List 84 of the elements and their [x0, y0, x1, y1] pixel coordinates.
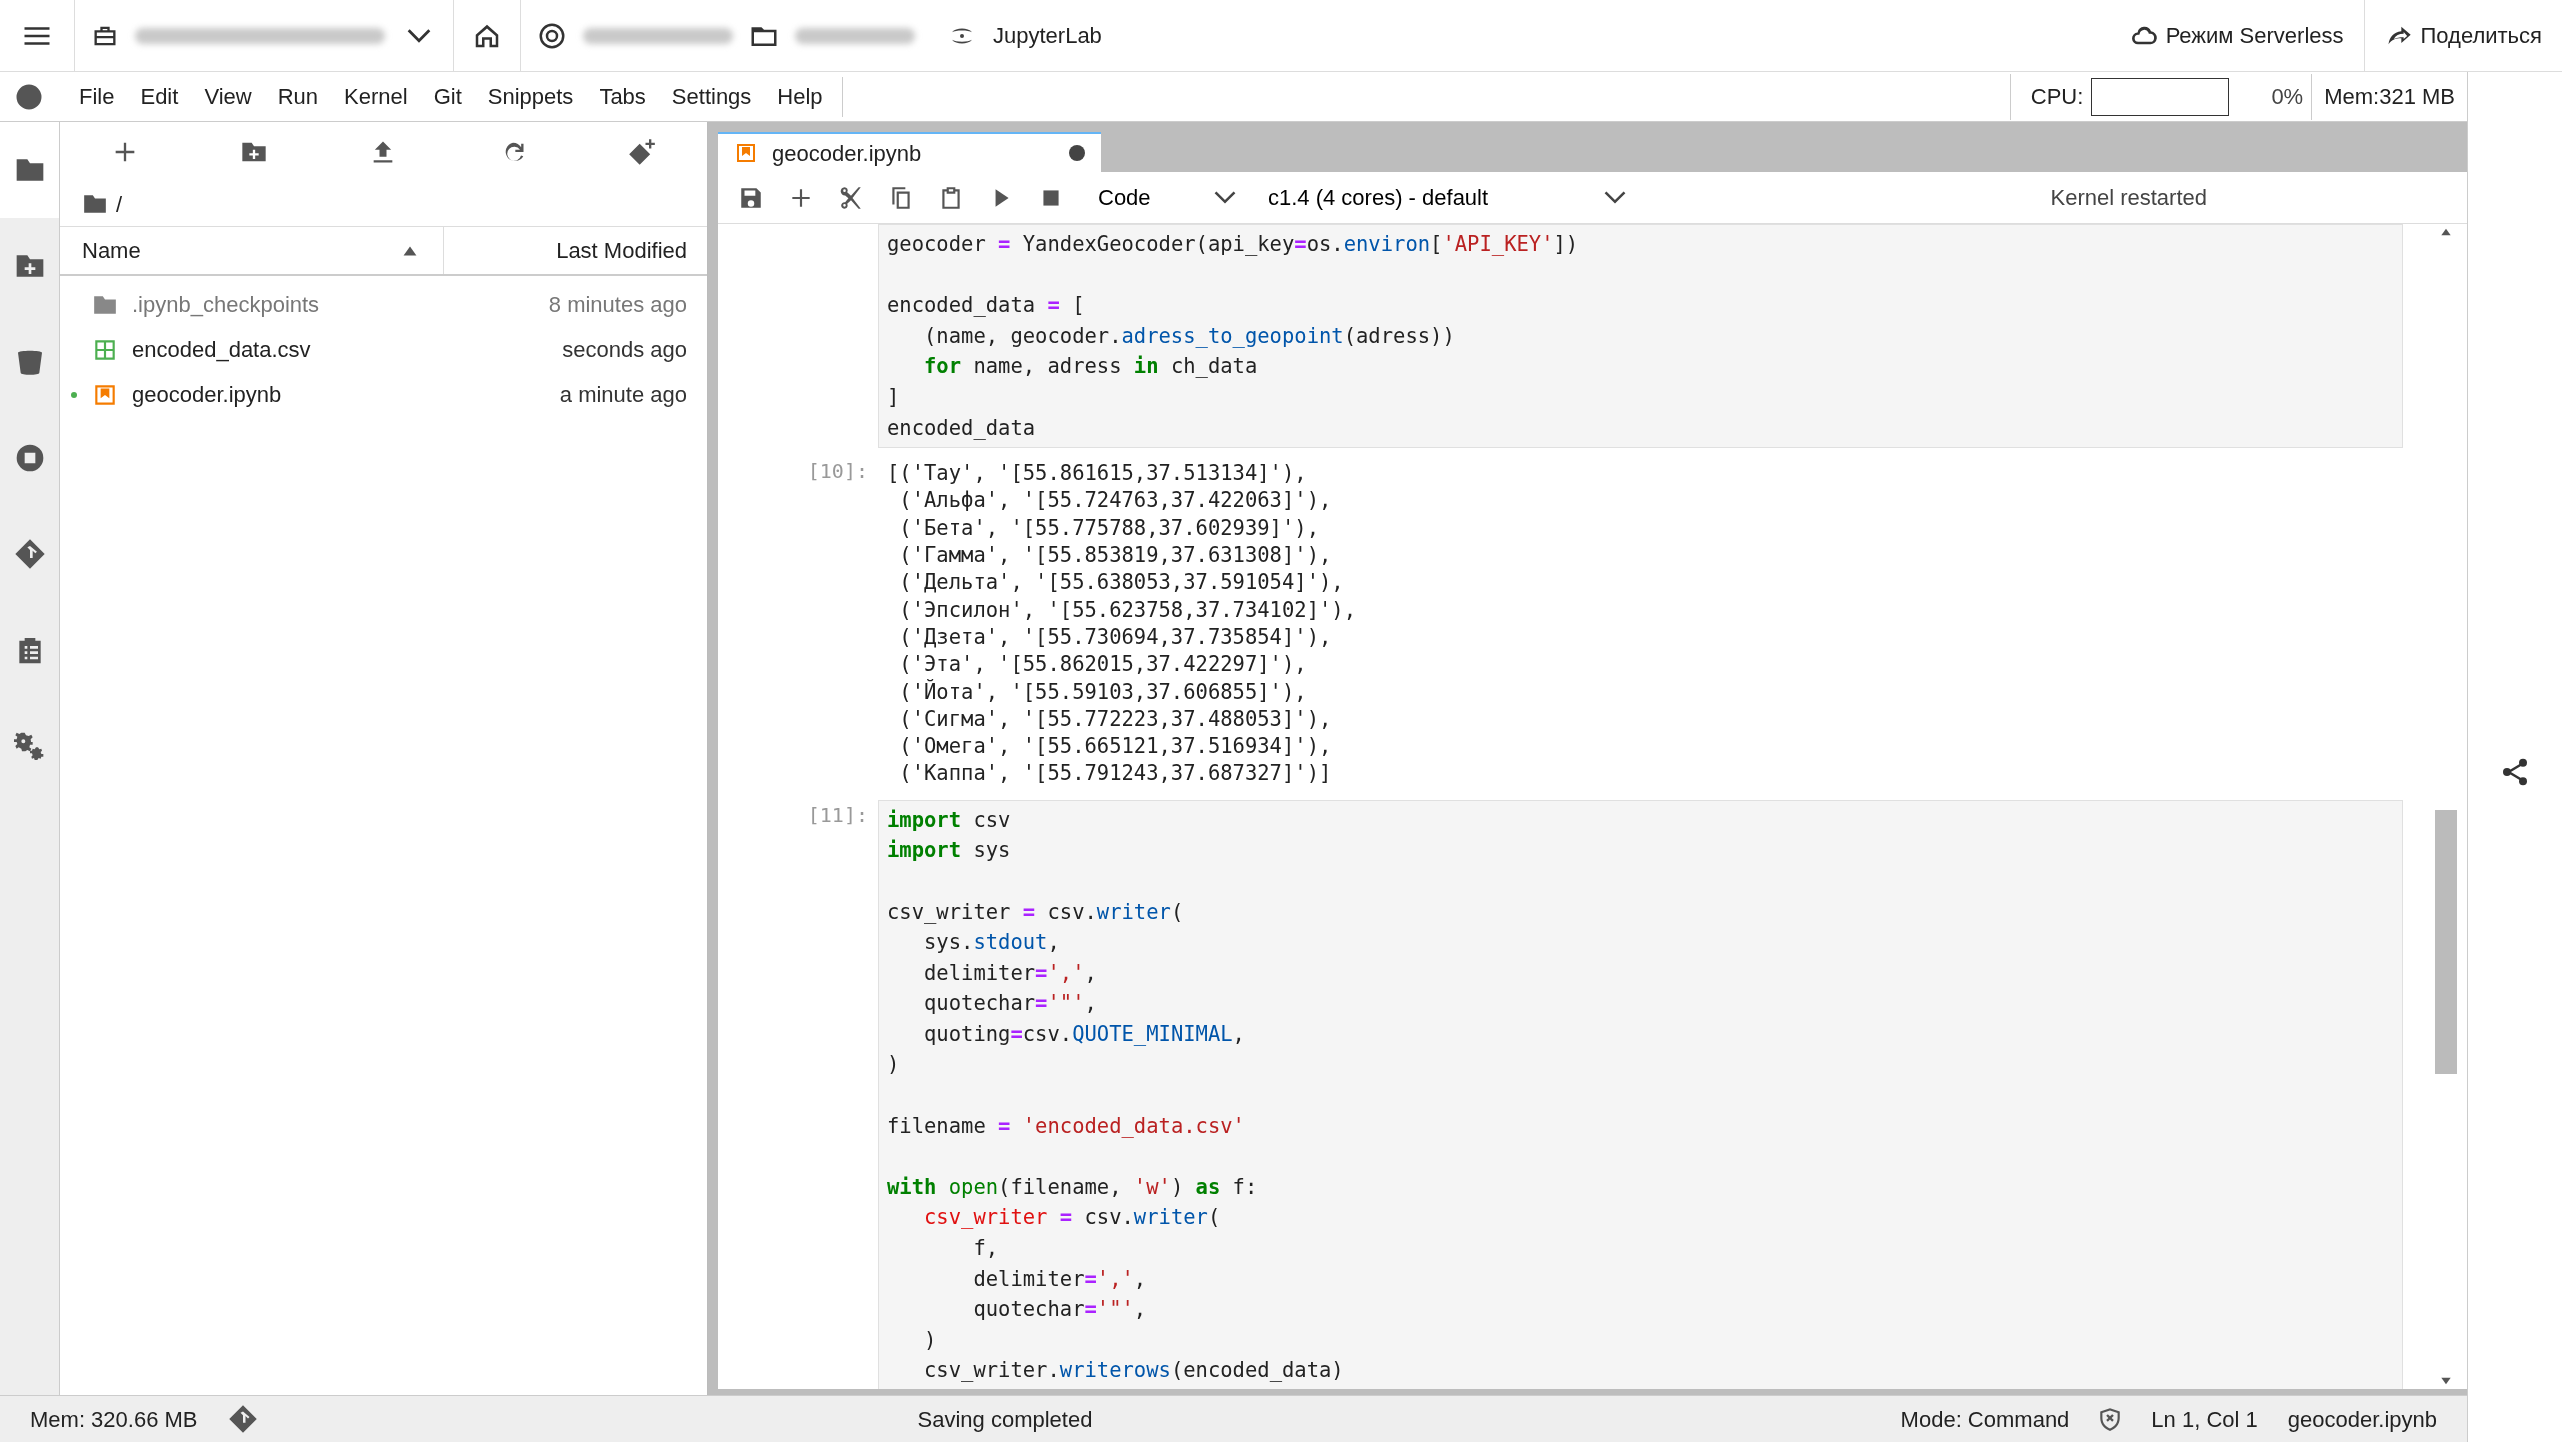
app-name: JupyterLab — [993, 22, 1102, 50]
chevron-icon — [1214, 190, 1236, 205]
code-line: filename = 'encoded_data.csv' — [887, 1112, 1246, 1140]
modified-time: seconds ago — [562, 336, 687, 364]
output-line: ('Сигма', '[55.772223,37.488053]'), — [898, 705, 1333, 733]
output-line: ('Эпсилон', '[55.623758,37.734102]'), — [898, 596, 1357, 624]
status-message: Saving completed — [917, 1405, 1093, 1434]
output-line: ('Каппа', '[55.791243,37.687327]')] — [898, 760, 1333, 788]
menu-item[interactable]: View — [191, 76, 265, 117]
memory-status: Mem: 320.66 MB — [30, 1405, 198, 1434]
output-line: [('Тау', '[55.861615,37.513134]'), — [887, 460, 1308, 488]
memory-usage: Mem:321 MB — [2324, 83, 2455, 111]
column-header[interactable]: Last Modified — [556, 234, 687, 267]
menu-item[interactable]: Settings — [658, 76, 765, 117]
cpu-label: CPU: — [2030, 83, 2084, 111]
output-line: ('Йота', '[55.59103,37.606855]'), — [898, 678, 1308, 706]
output-line: ('Бета', '[55.775788,37.602939]'), — [898, 514, 1320, 542]
output-line: ('Эта', '[55.862015,37.422297]'), — [898, 651, 1308, 679]
mode-status: Mode: Command — [1900, 1405, 2070, 1434]
code-line: with open(filename, 'w') as f: — [887, 1173, 1259, 1201]
cell-type-dropdown[interactable]: Code — [1092, 180, 1242, 215]
git-icon — [13, 538, 46, 570]
execution-count: [11]: — [807, 802, 868, 827]
code-line: delimiter=',', — [923, 959, 1098, 987]
file-name: encoded_data.csv — [132, 336, 311, 364]
output-line: ('Омега', '[55.665121,37.516934]'), — [898, 733, 1333, 761]
execution-count: [10]: — [807, 459, 868, 484]
file-name: geocoder.ipynb — [132, 381, 282, 409]
code-line: ] — [887, 383, 901, 411]
menu-item[interactable]: Git — [420, 76, 475, 117]
code-line: csv_writer.writerows(encoded_data) — [923, 1357, 1345, 1385]
file-row[interactable]: encoded_data.csv seconds ago — [60, 327, 707, 372]
code-line: import sys — [887, 837, 1012, 865]
output-line: ('Альфа', '[55.724763,37.422063]'), — [898, 487, 1333, 515]
notebook-tab[interactable]: geocoder.ipynb — [718, 132, 1101, 172]
output-line: ('Гамма', '[55.853819,37.631308]'), — [898, 542, 1333, 570]
output-line: ('Дельта', '[55.638053,37.591054]'), — [898, 569, 1345, 597]
file-row[interactable]: geocoder.ipynb a minute ago — [60, 372, 707, 417]
modified-time: 8 minutes ago — [548, 291, 687, 319]
menu-item[interactable]: Run — [264, 76, 332, 117]
file-name: .ipynb_checkpoints — [132, 291, 320, 319]
menu-item[interactable]: Tabs — [586, 76, 659, 117]
serverless-button[interactable]: Режим Serverless — [2109, 13, 2364, 58]
scrollbar-thumb[interactable] — [2435, 810, 2457, 1074]
cpu-reading: 0% — [2271, 83, 2304, 111]
code-cell-input[interactable]: geocoder = YandexGeocoder(api_key=os.environ['API_KEY']) encoded_data = [ (name, geocoder.adress_to_geopoint(adress)) for name, adress in ch_data ] encoded_data — [878, 224, 2403, 449]
code-line: geocoder = YandexGeocoder(api_key=os.environ['API_KEY']) — [887, 231, 1580, 258]
code-line: (name, geocoder.adress_to_geopoint(adress)) — [923, 322, 1456, 350]
code-line: sys.stdout, — [923, 929, 1061, 957]
git-clone-icon — [628, 138, 657, 166]
chevron-icon — [407, 27, 431, 44]
menu-item[interactable]: Snippets — [474, 76, 587, 117]
chevron-icon — [1604, 190, 1626, 205]
gears-icon — [13, 730, 46, 762]
code-line: delimiter=',', — [972, 1265, 1148, 1293]
code-line: for name, adress in ch_data — [923, 353, 1259, 381]
code-line: import csv — [887, 806, 1012, 834]
code-cell-input[interactable] — [878, 799, 2403, 1389]
file-row[interactable]: .ipynb_checkpoints 8 minutes ago — [60, 282, 707, 327]
code-line: encoded_data = [ — [887, 292, 1086, 320]
kernel-status: Kernel restarted — [2050, 184, 2207, 212]
code-line: encoded_data — [887, 414, 1037, 442]
code-line: quotechar='"', — [923, 990, 1098, 1018]
file-status: geocoder.ipynb — [2287, 1405, 2437, 1434]
code-line: ) — [887, 1051, 901, 1079]
code-line: csv_writer = csv.writer( — [923, 1204, 1222, 1232]
menu-item[interactable]: Help — [764, 76, 836, 117]
code-line: f, — [972, 1235, 1000, 1263]
code-line: csv_writer = csv.writer( — [887, 898, 1185, 926]
code-line: quoting=csv.QUOTE_MINIMAL, — [923, 1020, 1246, 1048]
kernel-dropdown[interactable]: c1.4 (4 cores) - default — [1262, 180, 1632, 215]
git-icon — [227, 1404, 258, 1434]
cursor-position: Ln 1, Col 1 — [2151, 1405, 2258, 1434]
output-line: ('Дзета', '[55.730694,37.735854]'), — [898, 623, 1333, 651]
share-button[interactable]: Поделиться — [2364, 13, 2562, 58]
modified-time: a minute ago — [559, 381, 687, 409]
menu-item[interactable]: Kernel — [331, 76, 421, 117]
code-line: quotechar='"', — [972, 1296, 1148, 1324]
menu-item[interactable]: Edit — [127, 76, 192, 117]
code-line: ) — [923, 1326, 938, 1354]
menu-item[interactable]: File — [66, 76, 128, 117]
column-header[interactable]: Name — [82, 234, 141, 267]
notebook-icon — [734, 141, 758, 165]
breadcrumb-path[interactable]: / — [116, 187, 123, 221]
